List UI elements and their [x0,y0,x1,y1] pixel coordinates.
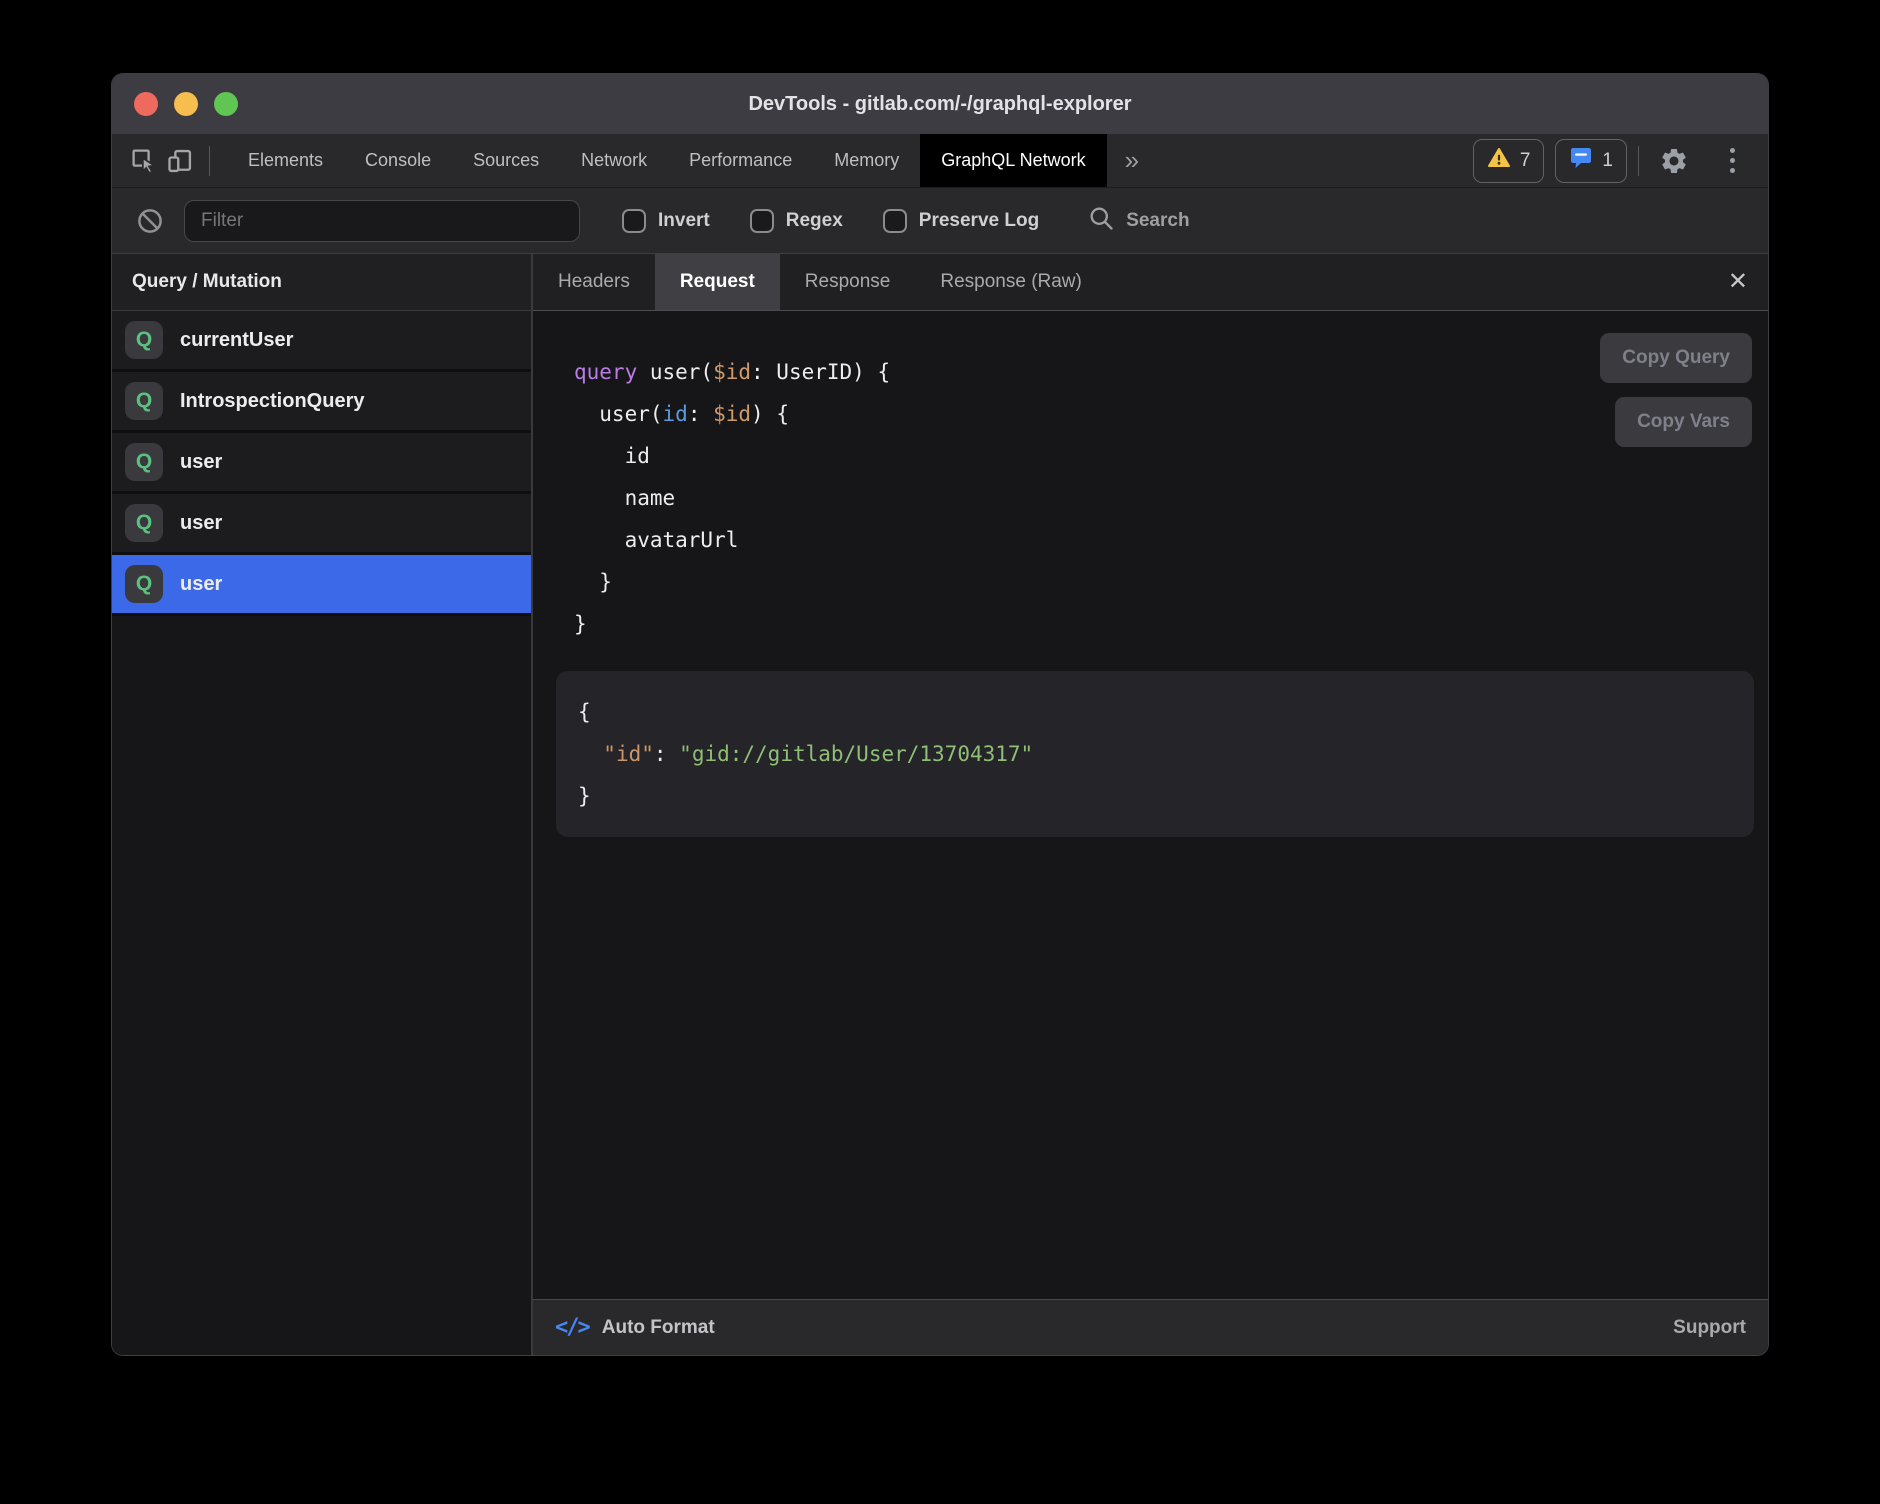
window-title: DevTools - gitlab.com/-/graphql-explorer [748,93,1131,116]
requests-panel: Query / Mutation QcurrentUserQIntrospect… [112,254,533,1355]
request-name: user [180,512,222,535]
detail-tab-response[interactable]: Response [780,254,916,310]
code-line: } [578,775,1732,817]
request-list-item[interactable]: Quser [112,433,531,494]
code-line: user(id: $id) { [574,393,1754,435]
devtools-tab-memory[interactable]: Memory [813,134,920,187]
filter-input[interactable] [184,200,580,242]
checkbox-invert[interactable] [622,209,646,233]
checkbox-group-regex[interactable]: Regex [750,209,843,233]
checkbox-regex[interactable] [750,209,774,233]
warning-icon [1487,146,1511,176]
checkbox-label-regex: Regex [786,210,843,232]
zoom-window-button[interactable] [214,92,238,116]
search-toggle[interactable]: Search [1087,204,1189,237]
code-line: avatarUrl [574,519,1754,561]
search-label: Search [1126,210,1189,232]
request-list-item[interactable]: Quser [112,494,531,555]
devtools-tab-sources[interactable]: Sources [452,134,560,187]
request-name: currentUser [180,329,293,352]
checkbox-group-preserve-log[interactable]: Preserve Log [883,209,1039,233]
variables-box: { "id": "gid://gitlab/User/13704317"} [556,671,1754,837]
query-preview: query user($id: UserID) { user(id: $id) … [574,351,1754,645]
devtools-tab-graphql-network[interactable]: GraphQL Network [920,134,1106,187]
code-line: query user($id: UserID) { [574,351,1754,393]
messages-badge[interactable]: 1 [1555,139,1627,183]
close-details-icon[interactable]: ✕ [1728,270,1748,294]
code-line: } [574,603,1754,645]
devtools-tabs: ElementsConsoleSourcesNetworkPerformance… [227,134,1107,187]
more-tabs-chevron[interactable]: » [1107,145,1157,176]
query-type-badge: Q [125,443,163,481]
warnings-badge[interactable]: 7 [1473,139,1545,183]
toolbar-divider [209,146,210,176]
details-panel: HeadersRequestResponseResponse (Raw) ✕ C… [533,254,1768,1355]
close-window-button[interactable] [134,92,158,116]
code-line: name [574,477,1754,519]
query-type-badge: Q [125,504,163,542]
support-link[interactable]: Support [1673,1317,1746,1339]
checkbox-group-invert[interactable]: Invert [622,209,710,233]
clear-requests-icon[interactable] [132,203,168,239]
query-type-badge: Q [125,382,163,420]
message-count: 1 [1602,150,1613,172]
details-tabs: HeadersRequestResponseResponse (Raw) [533,254,1107,310]
filter-checkboxes: Invert Regex Preserve Log [622,209,1039,233]
detail-tab-request[interactable]: Request [655,254,780,310]
request-list-item[interactable]: Quser [112,555,531,616]
devtools-tab-network[interactable]: Network [560,134,668,187]
variables-preview: { "id": "gid://gitlab/User/13704317"} [578,691,1732,817]
auto-format-button[interactable]: Auto Format [602,1317,715,1339]
checkbox-preserve-log[interactable] [883,209,907,233]
request-name: user [180,573,222,596]
devtools-tabbar: ElementsConsoleSourcesNetworkPerformance… [112,134,1768,188]
request-list: QcurrentUserQIntrospectionQueryQuserQuse… [112,311,531,616]
inspect-element-icon[interactable] [126,143,162,179]
toolbar-divider [1638,146,1639,176]
search-icon [1087,204,1115,237]
request-list-empty-area [112,616,531,1355]
titlebar: DevTools - gitlab.com/-/graphql-explorer [112,74,1768,134]
request-detail-content: Copy Query Copy Vars query user($id: Use… [533,311,1768,1299]
request-name: user [180,451,222,474]
minimize-window-button[interactable] [174,92,198,116]
devtools-window: DevTools - gitlab.com/-/graphql-explorer… [111,73,1769,1356]
code-line: } [574,561,1754,603]
message-bubble-icon [1569,146,1593,176]
request-list-item[interactable]: Q IntrospectionQuery [112,372,531,433]
devtools-tab-elements[interactable]: Elements [227,134,344,187]
warning-count: 7 [1520,150,1531,172]
code-format-icon: </> [555,1315,589,1340]
code-line: { [578,691,1732,733]
copy-buttons: Copy Query Copy Vars [1600,333,1752,447]
query-type-badge: Q [125,565,163,603]
checkbox-label-invert: Invert [658,210,710,232]
requests-panel-header: Query / Mutation [112,254,531,311]
devtools-tab-performance[interactable]: Performance [668,134,813,187]
main-split: Query / Mutation QcurrentUserQIntrospect… [112,254,1768,1355]
checkbox-label-preserve-log: Preserve Log [919,210,1039,232]
detail-tab-response-raw[interactable]: Response (Raw) [915,254,1107,310]
filterbar: Invert Regex Preserve Log Search [112,188,1768,254]
query-type-badge: Q [125,321,163,359]
code-line: id [574,435,1754,477]
detail-tab-headers[interactable]: Headers [533,254,655,310]
window-controls [134,74,238,134]
copy-vars-button[interactable]: Copy Vars [1615,397,1752,447]
request-name: IntrospectionQuery [180,390,364,413]
code-line: "id": "gid://gitlab/User/13704317" [578,733,1732,775]
more-options-menu-icon[interactable] [1714,143,1750,179]
device-toolbar-icon[interactable] [162,143,198,179]
request-list-item[interactable]: QcurrentUser [112,311,531,372]
details-tabbar: HeadersRequestResponseResponse (Raw) ✕ [533,254,1768,311]
devtools-tab-console[interactable]: Console [344,134,452,187]
settings-gear-icon[interactable] [1656,143,1692,179]
details-footer: </> Auto Format Support [533,1299,1768,1355]
copy-query-button[interactable]: Copy Query [1600,333,1752,383]
